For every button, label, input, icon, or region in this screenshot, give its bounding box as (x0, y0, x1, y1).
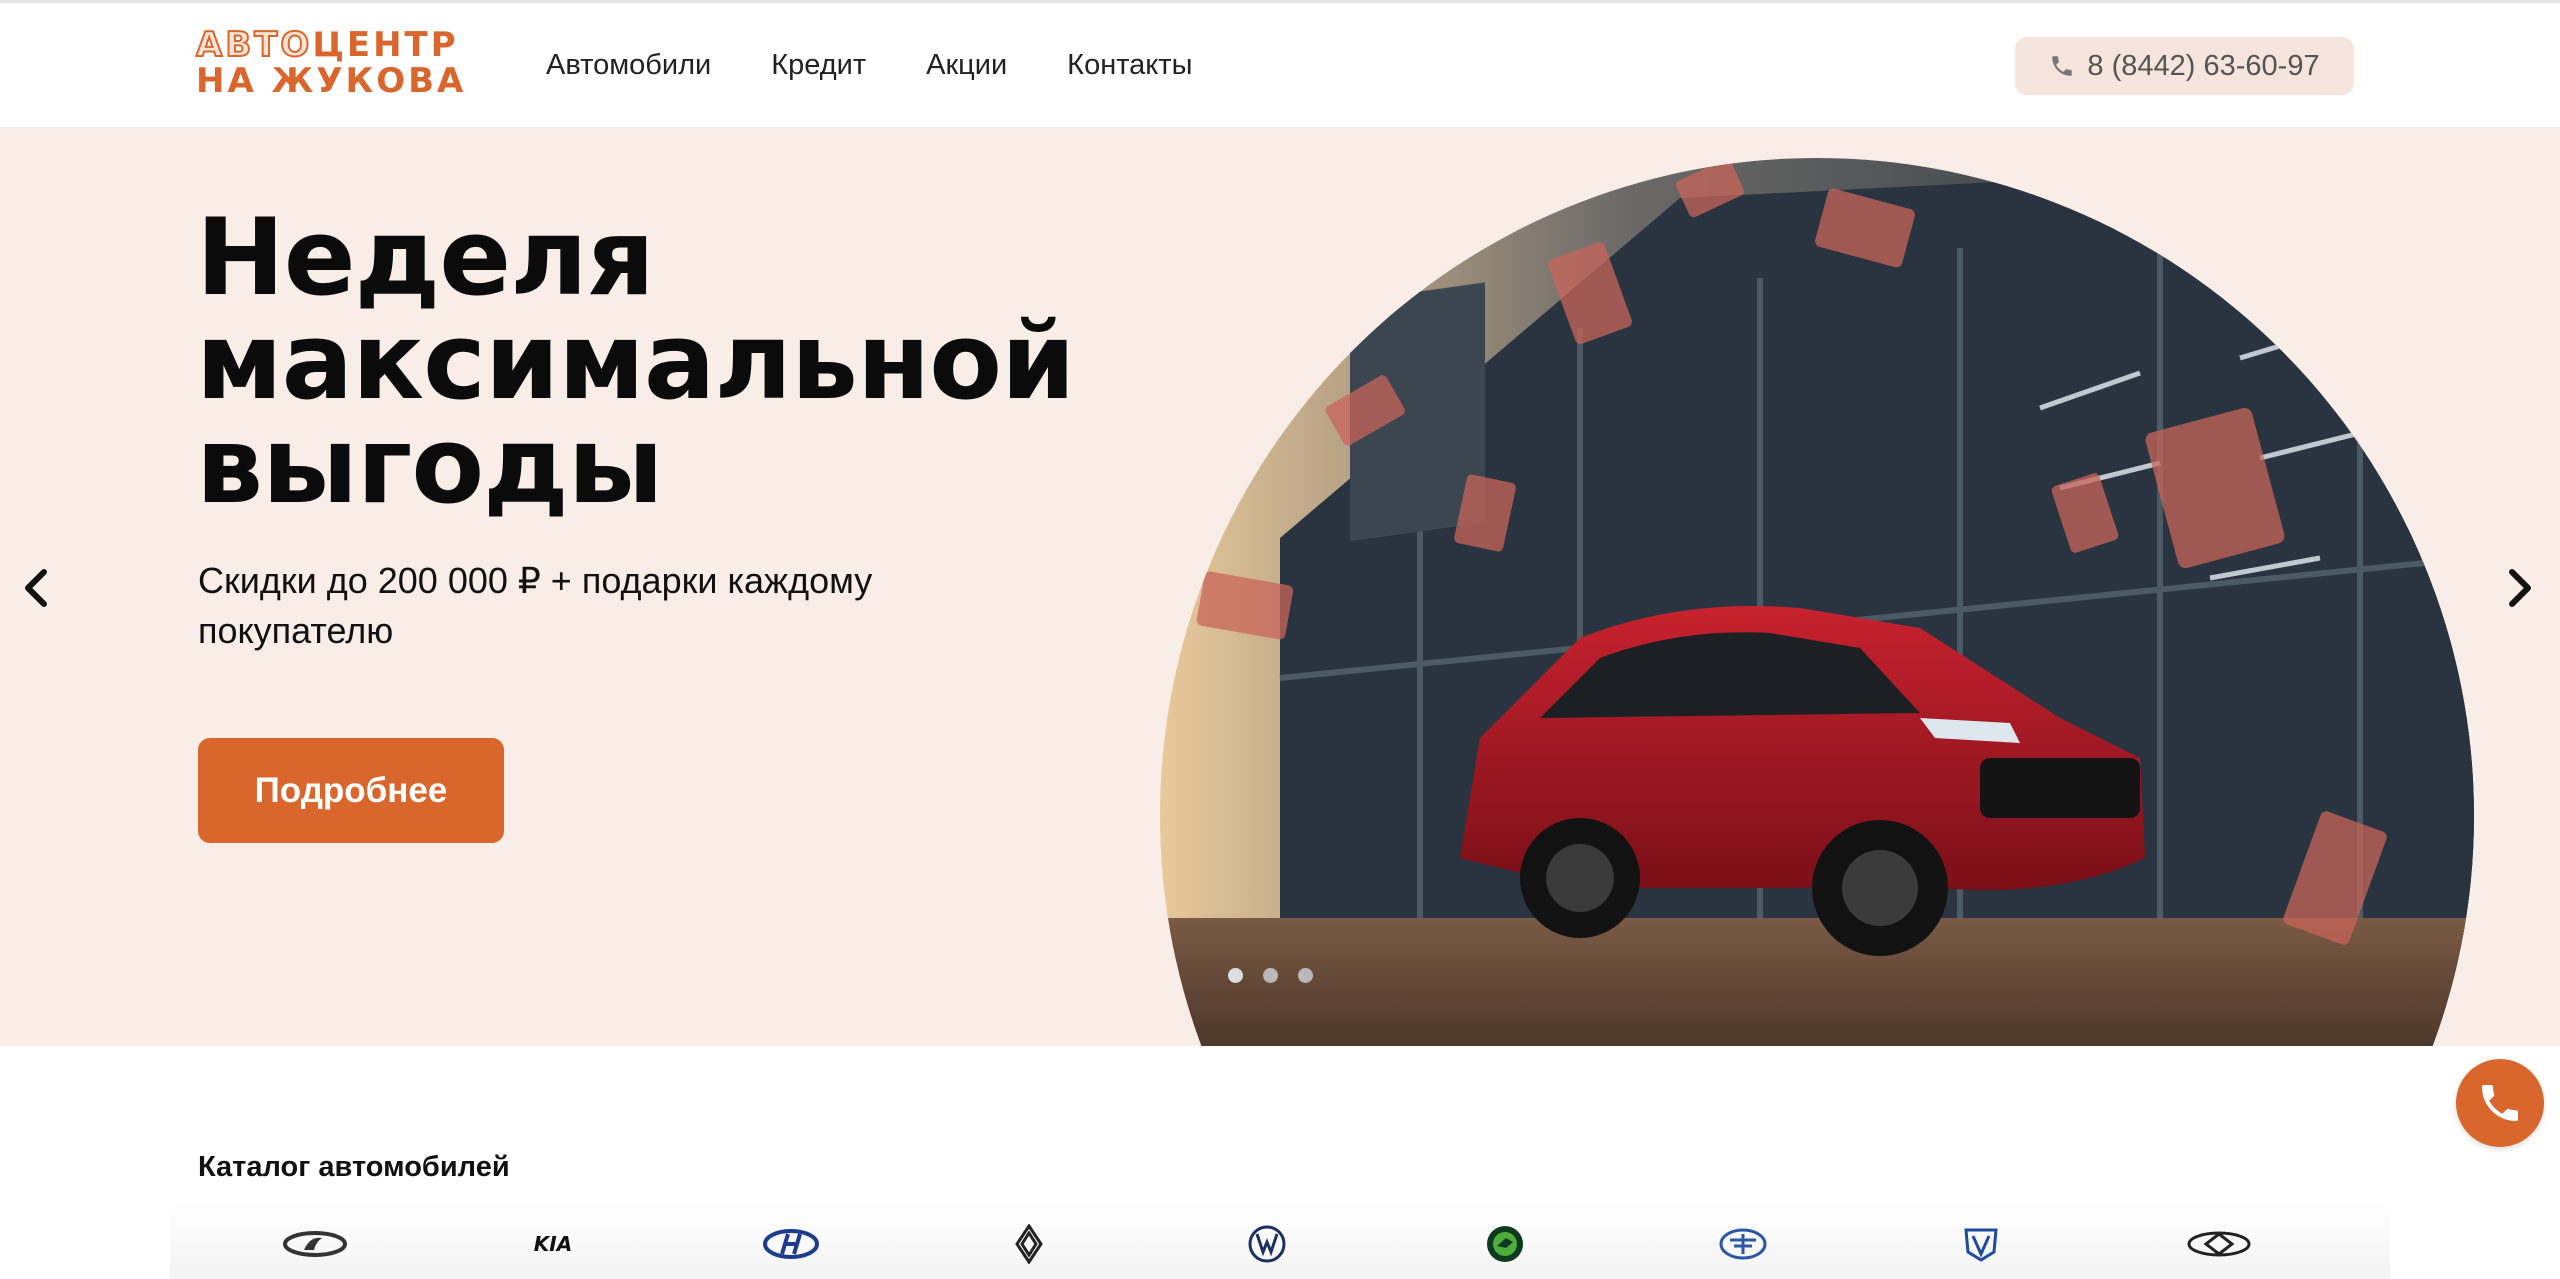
catalog-title: Каталог автомобилей (198, 1151, 510, 1183)
hero-car-image (1160, 158, 2474, 1046)
phone-icon (2482, 1085, 2518, 1121)
changan-logo-icon (1964, 1228, 1998, 1262)
brand-faw[interactable] (1624, 1208, 1862, 1279)
slider-dot-1[interactable] (1228, 968, 1243, 983)
main-nav: Автомобили Кредит Акции Контакты (546, 3, 1192, 128)
hero-subtitle: Скидки до 200 000 ₽ + подарки каждому по… (198, 560, 873, 651)
brand-chery[interactable] (2100, 1208, 2338, 1279)
hero-title-line-3: выгоды (196, 404, 664, 527)
hero-title-line-2: максимальной (196, 300, 1075, 423)
brand-volkswagen[interactable] (1148, 1208, 1386, 1279)
chevron-right-icon[interactable] (2494, 558, 2544, 618)
brand-kia[interactable]: KIA (434, 1208, 672, 1279)
brand-skoda[interactable] (1386, 1208, 1624, 1279)
brand-lada[interactable] (196, 1208, 434, 1279)
hero-slider: Неделя максимальной выгоды Скидки до 200… (0, 128, 2560, 1046)
skoda-logo-icon (1487, 1225, 1523, 1262)
site-header: АВТОЦЕНТР НА ЖУКОВА Автомобили Кредит Ак… (0, 3, 2560, 128)
hero-title: Неделя максимальной выгоды (196, 196, 1096, 527)
nav-item-cars[interactable]: Автомобили (546, 49, 711, 82)
slider-dots (1228, 968, 1313, 983)
svg-text:KIA: KIA (534, 1232, 572, 1256)
phone-icon (2052, 56, 2073, 76)
nav-item-contacts[interactable]: Контакты (1067, 49, 1192, 82)
hero-title-line-1: Неделя (196, 196, 655, 319)
logo-line-2: НА ЖУКОВА (196, 61, 467, 101)
kia-logo-icon: KIA (534, 1232, 572, 1256)
logo[interactable]: АВТОЦЕНТР НА ЖУКОВА (195, 25, 496, 103)
call-button[interactable] (2456, 1059, 2544, 1147)
logo-solid-text: ЦЕНТР (312, 25, 459, 65)
brand-hyundai[interactable] (672, 1208, 910, 1279)
brand-changan[interactable] (1862, 1208, 2100, 1279)
hyundai-logo-icon (763, 1228, 819, 1259)
logo-outline-text: АВТО (195, 25, 313, 65)
slider-dot-2[interactable] (1263, 968, 1278, 983)
nav-item-promotions[interactable]: Акции (926, 49, 1007, 82)
faw-logo-icon (1719, 1228, 1767, 1259)
volkswagen-logo-icon (1248, 1225, 1286, 1262)
chery-logo-icon (2187, 1231, 2251, 1256)
slider-dot-3[interactable] (1298, 968, 1313, 983)
chevron-left-icon[interactable] (12, 558, 62, 618)
nav-item-credit[interactable]: Кредит (771, 49, 866, 82)
phone-button[interactable]: 8 (8442) 63-60-97 (2015, 37, 2354, 95)
brand-renault[interactable] (910, 1208, 1148, 1279)
renault-logo-icon (1015, 1223, 1043, 1264)
more-details-button[interactable]: Подробнее (198, 738, 504, 843)
lada-logo-icon (283, 1230, 347, 1257)
phone-number: 8 (8442) 63-60-97 (2087, 49, 2320, 82)
brand-list: KIA (196, 1208, 2366, 1279)
logo-line-1: АВТОЦЕНТР (195, 25, 496, 65)
